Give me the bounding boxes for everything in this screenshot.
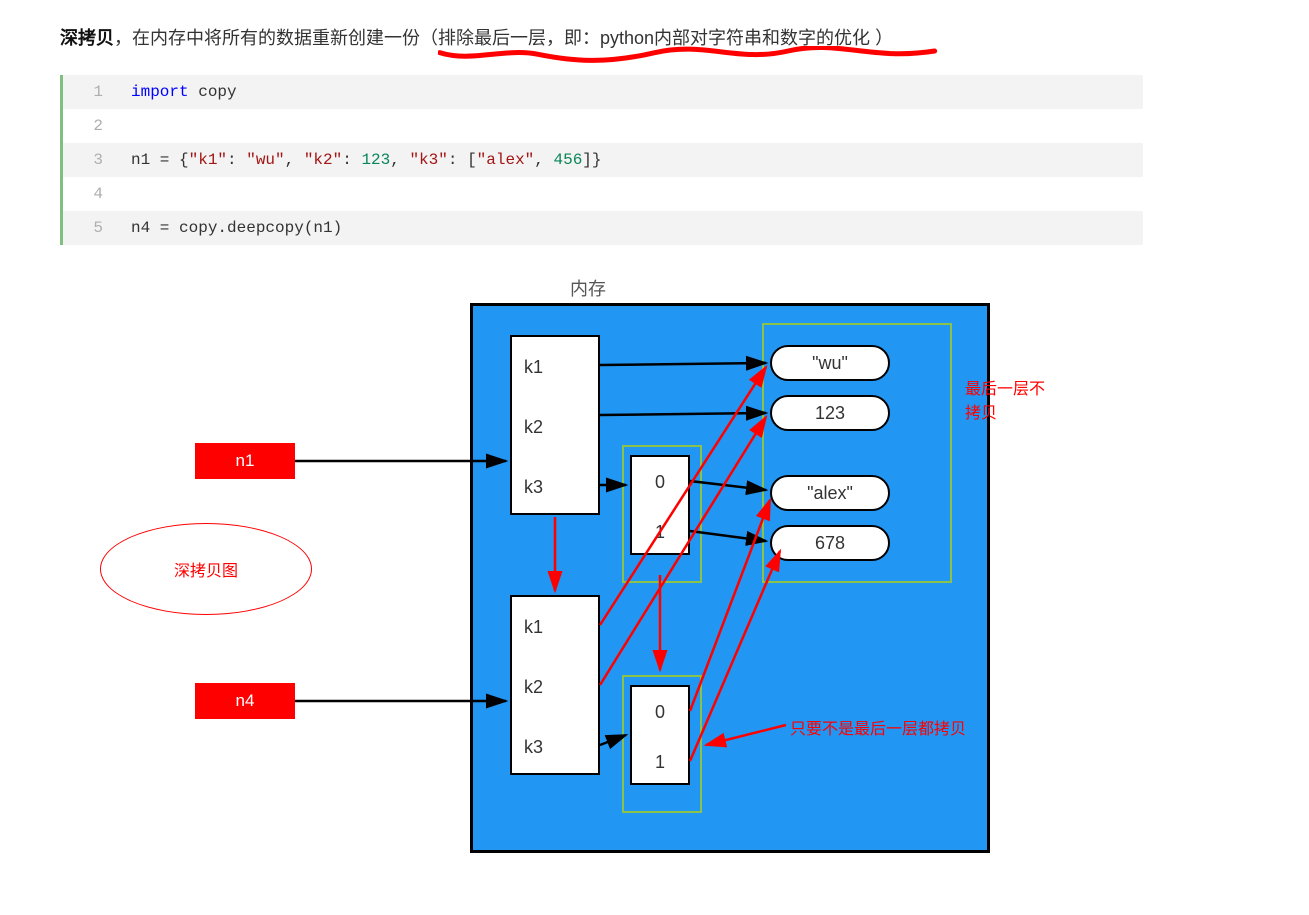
code-line: 2 [63, 109, 1143, 143]
intro-paragraph: 深拷贝，在内存中将所有的数据重新创建一份（排除最后一层，即：python内部对字… [60, 24, 1249, 53]
list2-idx-0: 0 [632, 687, 688, 737]
line-number: 3 [63, 143, 113, 177]
code-line: 4 [63, 177, 1143, 211]
list-n1-box: 0 1 [630, 455, 690, 555]
document-page: 深拷贝，在内存中将所有的数据重新创建一份（排除最后一层，即：python内部对字… [0, 0, 1309, 915]
code-line: 5n4 = copy.deepcopy(n1) [63, 211, 1143, 245]
intro-bold: 深拷贝 [60, 28, 114, 48]
value-123: 123 [770, 395, 890, 431]
value-678: 678 [770, 525, 890, 561]
red-underline-icon [438, 46, 938, 66]
dict-key-k2: k2 [512, 397, 598, 457]
line-number: 5 [63, 211, 113, 245]
value-alex: "alex" [770, 475, 890, 511]
intro-text-2: ） [875, 28, 893, 48]
dict-n1-box: k1 k2 k3 [510, 335, 600, 515]
dict2-key-k2: k2 [512, 657, 598, 717]
dict2-key-k1: k1 [512, 597, 598, 657]
code-line: 3n1 = {"k1": "wu", "k2": 123, "k3": ["al… [63, 143, 1143, 177]
dict-key-k3: k3 [512, 457, 598, 517]
dict-key-k1: k1 [512, 337, 598, 397]
list2-idx-1: 1 [632, 737, 688, 787]
intro-text-1: ，在内存中将所有的数据重新创建一份（ [114, 28, 438, 48]
line-number: 1 [63, 75, 113, 109]
code-text [113, 109, 1143, 143]
dict2-key-k3: k3 [512, 717, 598, 777]
value-wu: "wu" [770, 345, 890, 381]
list-n4-box: 0 1 [630, 685, 690, 785]
var-n1-label: n1 [195, 443, 295, 479]
line-number: 4 [63, 177, 113, 211]
list1-idx-0: 0 [632, 457, 688, 507]
memory-title: 内存 [570, 275, 606, 301]
annotation-last-layer: 最后一层不拷贝 [965, 375, 1050, 423]
code-line: 1import copy [63, 75, 1143, 109]
line-number: 2 [63, 109, 113, 143]
list1-idx-1: 1 [632, 507, 688, 557]
dict-n4-box: k1 k2 k3 [510, 595, 600, 775]
memory-diagram: 内存 n1 n4 k1 k2 k3 k1 k2 k3 0 1 0 1 "wu" … [70, 275, 1050, 855]
code-block: 1import copy23n1 = {"k1": "wu", "k2": 12… [60, 75, 1143, 245]
ellipse-annotation: 深拷贝图 [100, 523, 312, 615]
annotation-copy-all: 只要不是最后一层都拷贝 [790, 715, 966, 739]
code-text: n4 = copy.deepcopy(n1) [113, 211, 1143, 245]
code-text: n1 = {"k1": "wu", "k2": 123, "k3": ["ale… [113, 143, 1143, 177]
code-text [113, 177, 1143, 211]
intro-underlined: 排除最后一层，即：python内部对字符串和数字的优化 [438, 28, 875, 48]
var-n4-label: n4 [195, 683, 295, 719]
code-text: import copy [113, 75, 1143, 109]
